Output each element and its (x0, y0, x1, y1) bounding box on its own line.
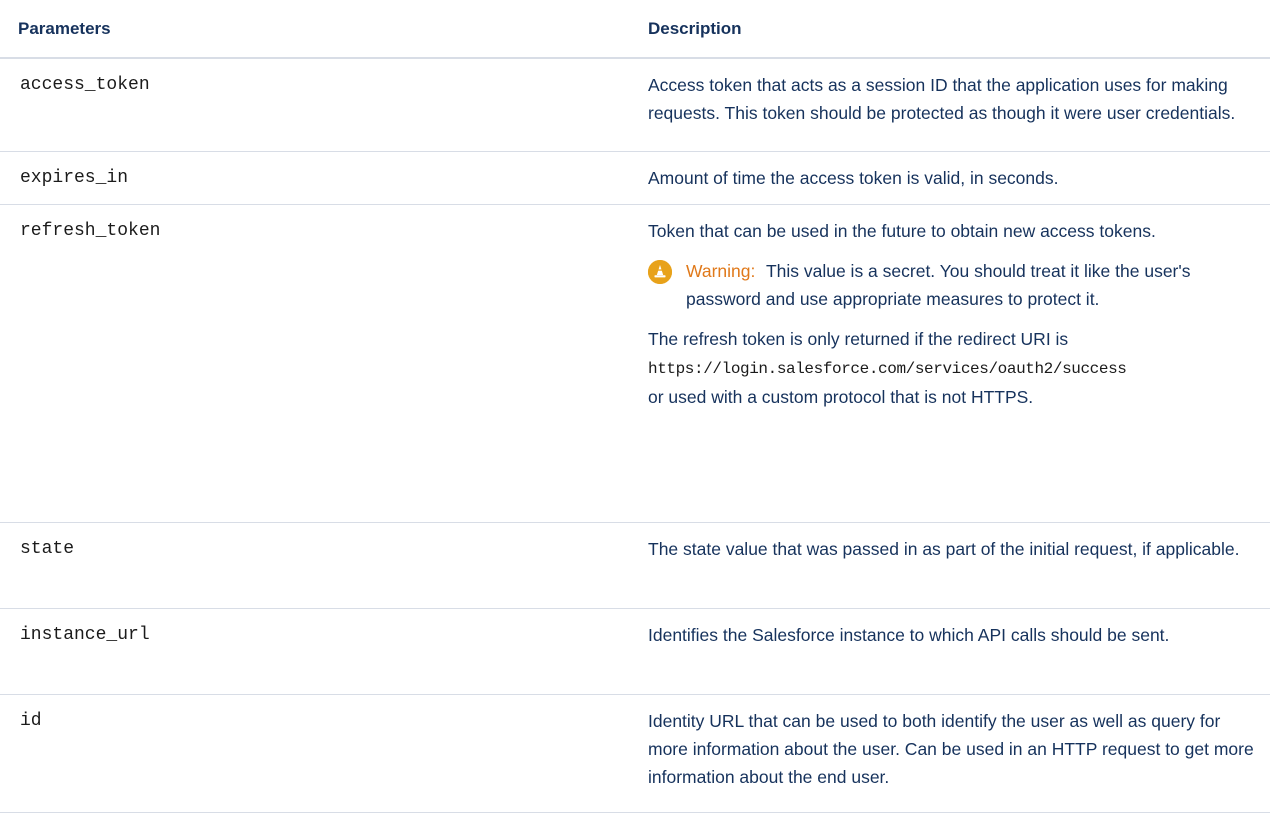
warning-label: Warning: (686, 260, 756, 281)
parameters-column-header: Parameters (0, 0, 624, 59)
description-column-header: Description (624, 0, 1270, 59)
parameter-name: access_token (0, 58, 624, 152)
parameter-description: Identity URL that can be used to both id… (624, 694, 1270, 813)
parameter-name: instance_url (0, 608, 624, 695)
table-row: id Identity URL that can be used to both… (0, 694, 1270, 813)
table-row: access_token Access token that acts as a… (0, 58, 1270, 152)
parameter-description: Identifies the Salesforce instance to wh… (624, 608, 1270, 695)
note-text-before: The refresh token is only returned if th… (648, 328, 1069, 349)
note-text-after: or used with a custom protocol that is n… (648, 386, 1034, 407)
description-text: Identity URL that can be used to both id… (648, 710, 1254, 787)
description-text: Amount of time the access token is valid… (648, 167, 1059, 188)
parameter-description: Access token that acts as a session ID t… (624, 58, 1270, 152)
parameter-name: state (0, 522, 624, 609)
parameter-description: Token that can be used in the future to … (624, 204, 1270, 523)
parameter-name: expires_in (0, 151, 624, 205)
parameter-description: Amount of time the access token is valid… (624, 151, 1270, 205)
parameter-name: refresh_token (0, 204, 624, 523)
refresh-token-note: The refresh token is only returned if th… (648, 325, 1254, 411)
description-text: Token that can be used in the future to … (648, 220, 1156, 241)
warning-callout: Warning: This value is a secret. You sho… (648, 257, 1254, 313)
table-row: instance_url Identifies the Salesforce i… (0, 608, 1270, 695)
description-text: Access token that acts as a session ID t… (648, 75, 1236, 123)
warning-text: This value is a secret. You should treat… (686, 260, 1191, 309)
table-header-row: Parameters Description (0, 0, 1270, 59)
description-text: Identifies the Salesforce instance to wh… (648, 624, 1170, 645)
parameters-table: Parameters Description access_token Acce… (0, 0, 1270, 813)
warning-cone-icon (648, 259, 672, 284)
table-row: refresh_token Token that can be used in … (0, 204, 1270, 523)
parameter-name: id (0, 694, 624, 813)
description-text: The state value that was passed in as pa… (648, 538, 1240, 559)
table-row: state The state value that was passed in… (0, 522, 1270, 609)
success-redirect-uri: https://login.salesforce.com/services/oa… (648, 359, 1127, 378)
table-row: expires_in Amount of time the access tok… (0, 151, 1270, 205)
parameter-description: The state value that was passed in as pa… (624, 522, 1270, 609)
